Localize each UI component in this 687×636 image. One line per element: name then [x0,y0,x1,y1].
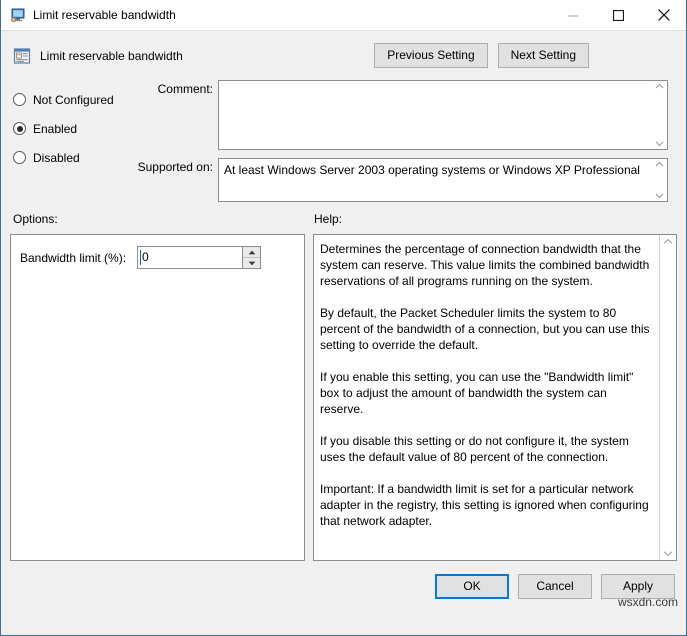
dialog-footer: OK Cancel Apply wsxdn.com [1,561,686,611]
previous-setting-button[interactable]: Previous Setting [374,43,488,68]
radio-label: Disabled [33,150,80,165]
group-policy-setting-window: Limit reservable bandwidth Limit reserva… [0,0,687,636]
help-paragraph: Determines the percentage of connection … [320,242,650,288]
close-button[interactable] [641,0,686,30]
radio-indicator [13,151,26,164]
setting-header: Limit reservable bandwidth Previous Sett… [1,31,686,80]
help-paragraph: If you enable this setting, you can use … [320,370,634,416]
comment-and-supported-fields: Comment: Supported on: At least Windows … [127,80,686,204]
section-labels: Options: Help: [1,204,686,234]
setting-nav-buttons: Previous Setting Next Setting [374,43,589,68]
chevron-up-icon [663,238,673,244]
bandwidth-limit-label: Bandwidth limit (%): [20,250,127,265]
triangle-down-icon [248,261,255,265]
text-caret [140,250,142,265]
supported-on-textbox: At least Windows Server 2003 operating s… [218,158,668,202]
chevron-down-icon [655,141,663,147]
cancel-button[interactable]: Cancel [518,573,592,599]
help-scrollbar[interactable] [659,235,676,560]
supported-on-scrollbar[interactable] [651,159,667,201]
window-controls [551,0,686,30]
help-paragraph: By default, the Packet Scheduler limits … [320,306,650,352]
policy-setting-icon [13,47,31,65]
radio-indicator [13,122,26,135]
radio-label: Not Configured [33,92,114,107]
chevron-up-icon [655,83,663,89]
panes-container: Bandwidth limit (%): 0 Determines the pe… [1,234,686,561]
radio-indicator [13,93,26,106]
state-and-comment-area: Not Configured Enabled Disabled Comment: [1,80,686,204]
help-paragraph: Important: If a bandwidth limit is set f… [320,482,649,528]
spinner-down-button[interactable] [243,258,261,268]
supported-on-label: Supported on: [137,160,213,174]
chevron-up-icon [655,161,663,167]
options-section-label: Options: [13,212,58,226]
radio-disabled[interactable]: Disabled [1,143,127,172]
chevron-down-icon [663,551,673,557]
radio-label: Enabled [33,121,78,136]
comment-input[interactable] [219,81,651,149]
help-section-label: Help: [314,212,343,226]
options-pane: Bandwidth limit (%): 0 [10,234,305,561]
radio-not-configured[interactable]: Not Configured [1,85,127,114]
bandwidth-limit-row: Bandwidth limit (%): 0 [11,235,304,269]
minimize-button[interactable] [551,0,596,30]
comment-row: Comment: [127,80,686,150]
spinner-up-button[interactable] [243,247,261,258]
comment-scrollbar[interactable] [651,81,667,149]
supported-on-row: Supported on: At least Windows Server 20… [127,158,686,202]
next-setting-button[interactable]: Next Setting [497,43,589,68]
supported-on-value: At least Windows Server 2003 operating s… [224,163,640,177]
radio-enabled[interactable]: Enabled [1,114,127,143]
chevron-down-icon [655,193,663,199]
triangle-up-icon [248,250,255,254]
setting-state-radiogroup: Not Configured Enabled Disabled [1,80,127,204]
bandwidth-limit-value: 0 [142,250,149,264]
bandwidth-limit-spinner[interactable]: 0 [137,246,262,269]
help-text: Determines the percentage of connection … [314,235,659,560]
help-paragraph: If you disable this setting or do not co… [320,434,629,464]
window-title: Limit reservable bandwidth [33,8,176,22]
spinner-buttons [242,247,261,268]
bandwidth-limit-input[interactable]: 0 [138,247,242,268]
ok-button[interactable]: OK [435,573,509,599]
title-bar: Limit reservable bandwidth [1,0,686,31]
setting-title: Limit reservable bandwidth [40,48,183,63]
comment-textbox[interactable] [218,80,668,150]
help-pane: Determines the percentage of connection … [313,234,677,561]
monitor-icon [10,7,26,23]
maximize-button[interactable] [596,0,641,30]
comment-label: Comment: [157,82,213,96]
watermark: wsxdn.com [617,595,678,609]
